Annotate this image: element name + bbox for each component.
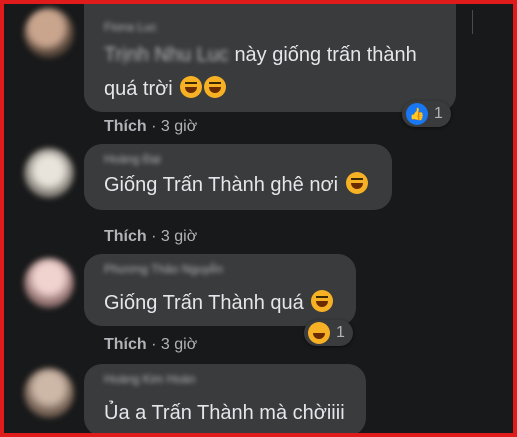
comment-author[interactable]: Phương Thảo Nguyễn (104, 262, 223, 276)
comment-author[interactable]: Hoàng Đại (104, 152, 161, 166)
comment-text: Giống Trấn Thành ghê nơi (104, 170, 368, 200)
scrollbar[interactable] (472, 10, 473, 34)
comment-bubble: Fiona Luc Trịnh Nhu Luc này giống trấn t… (84, 4, 456, 112)
haha-icon (311, 290, 334, 312)
avatar[interactable] (24, 148, 74, 198)
haha-icon (204, 76, 227, 98)
haha-icon (180, 76, 203, 98)
mention-link[interactable]: Trịnh Nhu Luc (104, 44, 229, 66)
comment-meta: Thích · 3 giờ (104, 228, 197, 246)
comment-text-line1: Giống Trấn Thành quá (104, 292, 304, 314)
like-link[interactable]: Thích (104, 228, 147, 245)
avatar[interactable] (24, 258, 74, 308)
comment-author[interactable]: Hoàng Kim Hoàn (104, 372, 195, 386)
like-icon: 👍 (406, 103, 428, 125)
avatar[interactable] (24, 8, 74, 58)
comment-text-line1: này giống trấn thành (234, 44, 417, 66)
comment-time[interactable]: · 3 giờ (151, 118, 197, 135)
reaction-count: 1 (336, 324, 345, 341)
comment-bubble: Hoàng Kim Hoàn Ủa a Trấn Thành mà chờiii… (84, 364, 366, 433)
avatar[interactable] (24, 368, 74, 418)
comment-author[interactable]: Fiona Luc (104, 20, 157, 34)
comment-text: Trịnh Nhu Luc này giống trấn thành (104, 40, 417, 70)
comment-bubble: Phương Thảo Nguyễn Giống Trấn Thành quá (84, 254, 356, 326)
like-link[interactable]: Thích (104, 336, 147, 353)
reaction-summary[interactable]: 👍 1 (402, 101, 451, 127)
comment-time[interactable]: · 3 giờ (151, 336, 197, 353)
like-link[interactable]: Thích (104, 118, 147, 135)
haha-icon (345, 172, 368, 194)
reaction-count: 1 (434, 105, 443, 122)
comment-meta: Thích · 3 giờ (104, 336, 197, 354)
comment-text-line1: Giống Trấn Thành ghê nơi (104, 174, 339, 196)
haha-icon (308, 322, 330, 344)
comment-text-line2: quá trời (104, 78, 173, 100)
screenshot-frame: Fiona Luc Trịnh Nhu Luc này giống trấn t… (0, 0, 517, 437)
reaction-summary[interactable]: 1 (304, 320, 353, 346)
comment-text: Ủa a Trấn Thành mà chờiiii (104, 402, 345, 424)
comment-text-second-line: quá trời (104, 74, 227, 104)
comment-meta: Thích · 3 giờ (104, 118, 197, 136)
comment-bubble: Hoàng Đại Giống Trấn Thành ghê nơi (84, 144, 392, 210)
comment-time[interactable]: · 3 giờ (151, 228, 197, 245)
comment-text: Giống Trấn Thành quá (104, 288, 334, 318)
